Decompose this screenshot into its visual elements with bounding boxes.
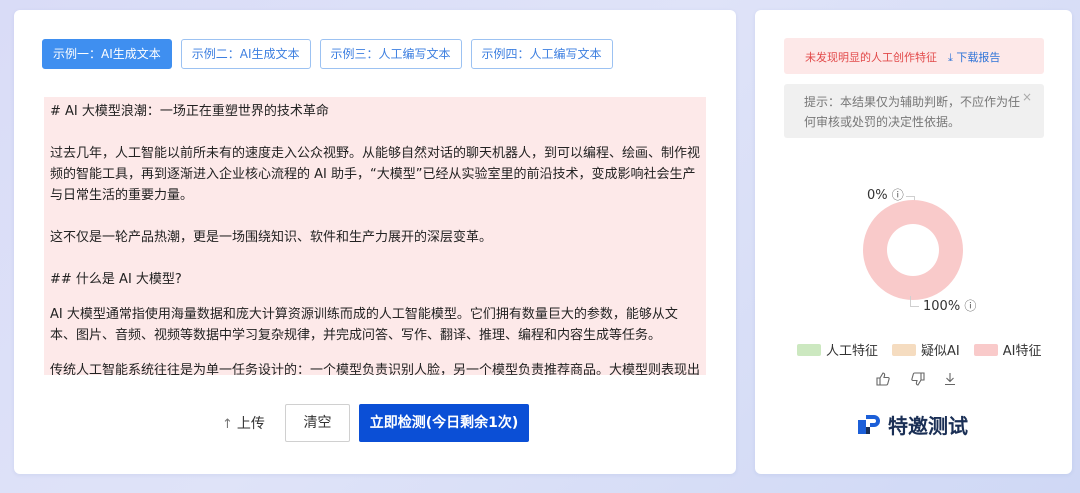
arrow-up-icon: ↑ [222,417,233,432]
text-heading-1: # AI 大模型浪潮：一场正在重塑世界的技术革命 [50,104,329,119]
close-icon[interactable]: × [1022,90,1032,104]
warning-text: 未发现明显的人工创作特征 [805,51,937,64]
chart-leader-line [910,296,919,307]
input-panel: 示例一：AI生成文本 示例二：AI生成文本 示例三：人工编写文本 示例四：人工编… [14,10,736,474]
detect-button[interactable]: 立即检测(今日剩余1次) [359,404,529,442]
result-warning: 未发现明显的人工创作特征 ⤓ 下载报告 [784,38,1044,74]
text-paragraph: 传统人工智能系统往往是为单一任务设计的：一个模型负责识别人脸，另一个模型负责推荐… [50,363,701,375]
thumbs-up-icon[interactable] [876,372,890,390]
action-bar: ↑ 上传 清空 立即检测(今日剩余1次) [14,404,736,442]
legend-item-human: 人工特征 [797,340,878,359]
ai-percent-label: 100% ⓘ [923,299,977,314]
legend-swatch [797,343,821,356]
text-paragraph: 过去几年，人工智能以前所未有的速度走入公众视野。从能够自然对话的聊天机器人，到可… [50,146,701,203]
thumbs-down-icon[interactable] [911,372,925,390]
brand-logo-icon [856,412,884,438]
tab-example-3[interactable]: 示例三：人工编写文本 [319,39,462,69]
result-panel: 未发现明显的人工创作特征 ⤓ 下载报告 提示：本结果仅为辅助判断，不应作为任何审… [755,10,1072,474]
legend-item-suspected: 疑似AI [892,340,960,359]
download-icon[interactable] [943,372,957,390]
brand-logo: 特邀测试 [856,410,968,439]
text-paragraph: 这不仅是一轮产品热潮，更是一场围绕知识、软件和生产力展开的深层变革。 [50,230,493,245]
download-icon: ⤓ [948,51,953,64]
text-input-area[interactable]: # AI 大模型浪潮：一场正在重塑世界的技术革命 过去几年，人工智能以前所未有的… [44,97,706,375]
tab-example-2[interactable]: 示例二：AI生成文本 [180,39,311,69]
text-paragraph: AI 大模型通常指使用海量数据和庞大计算资源训练而成的人工智能模型。它们拥有数量… [50,307,678,343]
upload-button[interactable]: ↑ 上传 [222,413,265,433]
disclaimer-text: 提示：本结果仅为辅助判断，不应作为任何审核或处罚的决定性依据。 [804,95,1021,129]
legend-swatch [892,343,917,356]
text-heading-2: ## 什么是 AI 大模型? [50,272,182,287]
info-circle-icon[interactable]: ⓘ [964,299,976,313]
tab-example-4[interactable]: 示例四：人工编写文本 [470,39,613,69]
upload-label: 上传 [236,416,265,432]
clear-button[interactable]: 清空 [285,404,350,442]
download-report-link[interactable]: ⤓ 下载报告 [948,49,1000,65]
brand-name: 特邀测试 [888,414,968,438]
example-tabs: 示例一：AI生成文本 示例二：AI生成文本 示例三：人工编写文本 示例四：人工编… [42,39,613,69]
ai-ratio-donut-chart [863,200,963,300]
legend-swatch [973,343,998,356]
legend-item-ai: AI特征 [973,340,1041,359]
tab-example-1[interactable]: 示例一：AI生成文本 [42,39,172,69]
chart-legend: 人工特征 疑似AI AI特征 [797,340,1055,359]
disclaimer-note: 提示：本结果仅为辅助判断，不应作为任何审核或处罚的决定性依据。 × [784,84,1044,138]
donut-slice-AI特征 [863,200,963,300]
